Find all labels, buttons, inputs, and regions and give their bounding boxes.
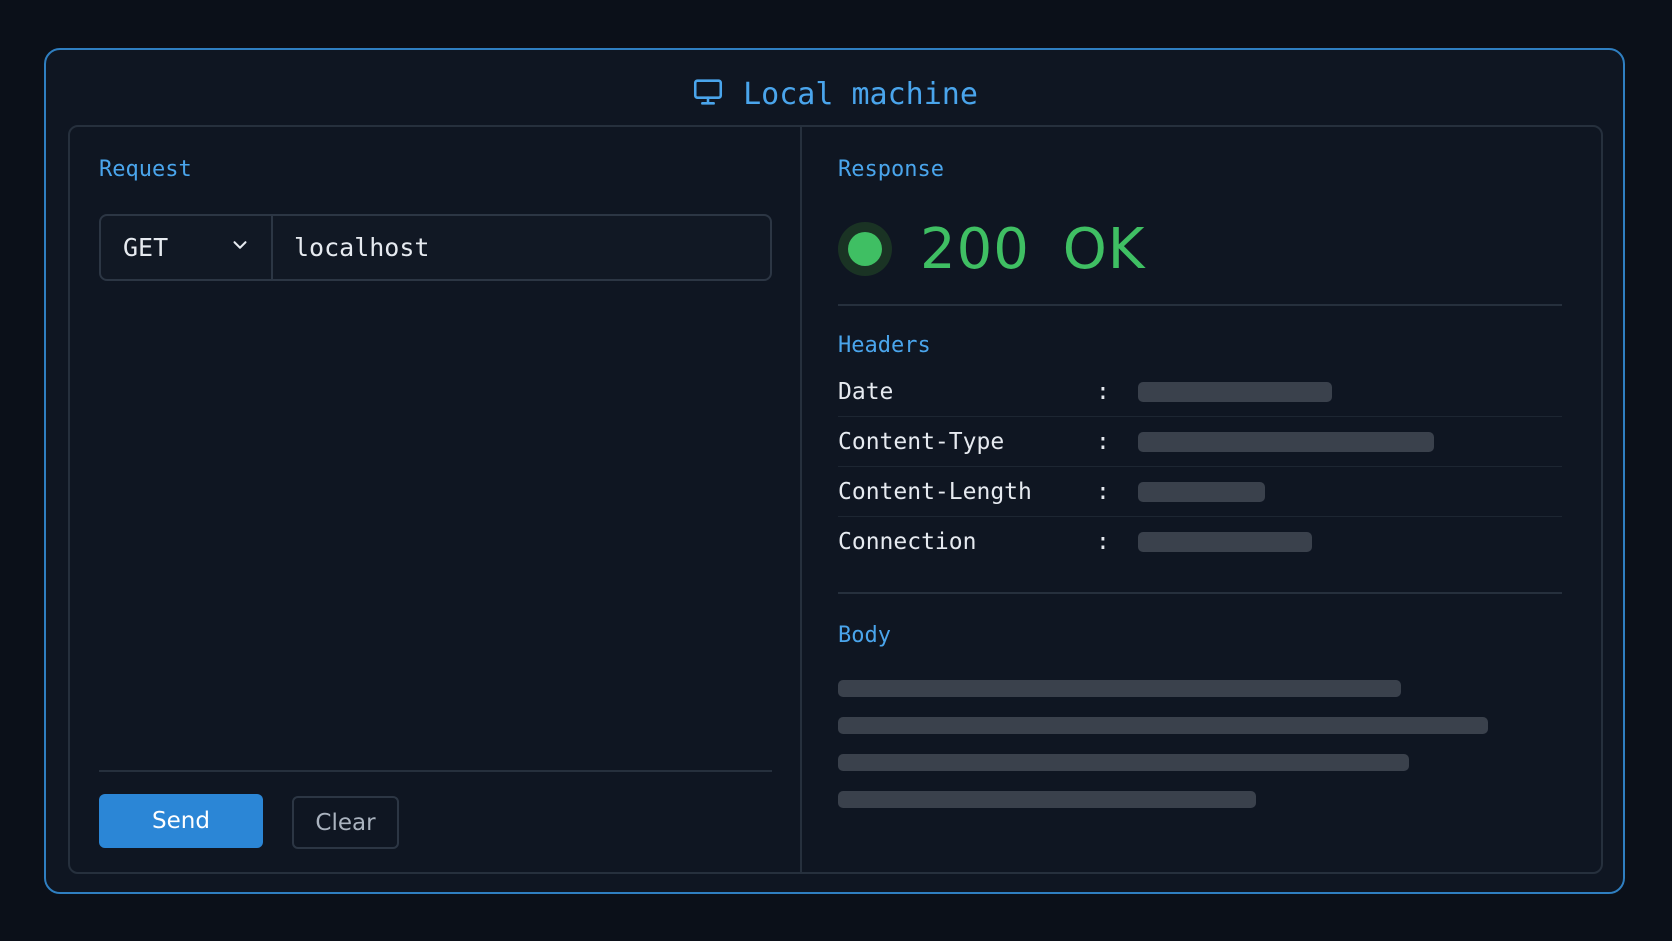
request-bar: GET xyxy=(99,214,772,281)
header-key: Content-Type xyxy=(838,428,1005,455)
status-divider xyxy=(838,304,1562,306)
clear-button[interactable]: Clear xyxy=(292,796,399,849)
method-value: GET xyxy=(123,233,169,262)
header-key: Date xyxy=(838,378,894,405)
window-title: Local machine xyxy=(743,76,978,112)
header-row: Connection : xyxy=(838,517,1562,567)
monitor-icon xyxy=(691,75,725,113)
status-row: 200 OK xyxy=(838,209,1146,289)
header-row: Content-Length : xyxy=(838,467,1562,517)
body-content xyxy=(838,680,1562,828)
window-title-bar: Local machine xyxy=(46,70,1623,118)
status-code: 200 OK xyxy=(920,216,1146,282)
headers-divider xyxy=(838,592,1562,594)
header-separator: : xyxy=(1096,529,1110,555)
method-select[interactable]: GET xyxy=(101,216,273,279)
send-button[interactable]: Send xyxy=(99,794,263,848)
body-line-placeholder xyxy=(838,717,1488,734)
header-separator: : xyxy=(1096,478,1110,505)
chevron-down-icon xyxy=(229,233,251,262)
header-row: Content-Type : xyxy=(838,417,1562,467)
header-value-placeholder xyxy=(1138,381,1332,402)
body-line-placeholder xyxy=(838,791,1256,808)
headers-table: Date : Content-Type : Content-Length : C… xyxy=(838,367,1562,567)
headers-section-label: Headers xyxy=(838,333,931,358)
header-separator: : xyxy=(1096,378,1110,405)
request-pane: Request GET Send Clear xyxy=(70,127,802,872)
request-footer-divider xyxy=(99,770,772,772)
body-section-label: Body xyxy=(838,623,891,648)
header-separator: : xyxy=(1096,428,1110,455)
response-section-label: Response xyxy=(838,157,944,182)
header-value-placeholder xyxy=(1138,481,1265,502)
body-line-placeholder xyxy=(838,754,1409,771)
header-key: Content-Length xyxy=(838,478,1032,505)
split-view: Request GET Send Clear Response xyxy=(68,125,1603,874)
header-value-placeholder xyxy=(1138,431,1434,452)
app-window: Local machine Request GET Send Clear xyxy=(44,48,1625,894)
url-input[interactable] xyxy=(273,216,770,279)
header-key: Connection xyxy=(838,529,977,555)
header-value-placeholder xyxy=(1138,532,1312,552)
header-row: Date : xyxy=(838,367,1562,417)
status-indicator xyxy=(838,222,892,276)
body-line-placeholder xyxy=(838,680,1401,697)
response-pane: Response 200 OK Headers Date : Content-T… xyxy=(802,127,1601,872)
request-section-label: Request xyxy=(99,157,192,182)
